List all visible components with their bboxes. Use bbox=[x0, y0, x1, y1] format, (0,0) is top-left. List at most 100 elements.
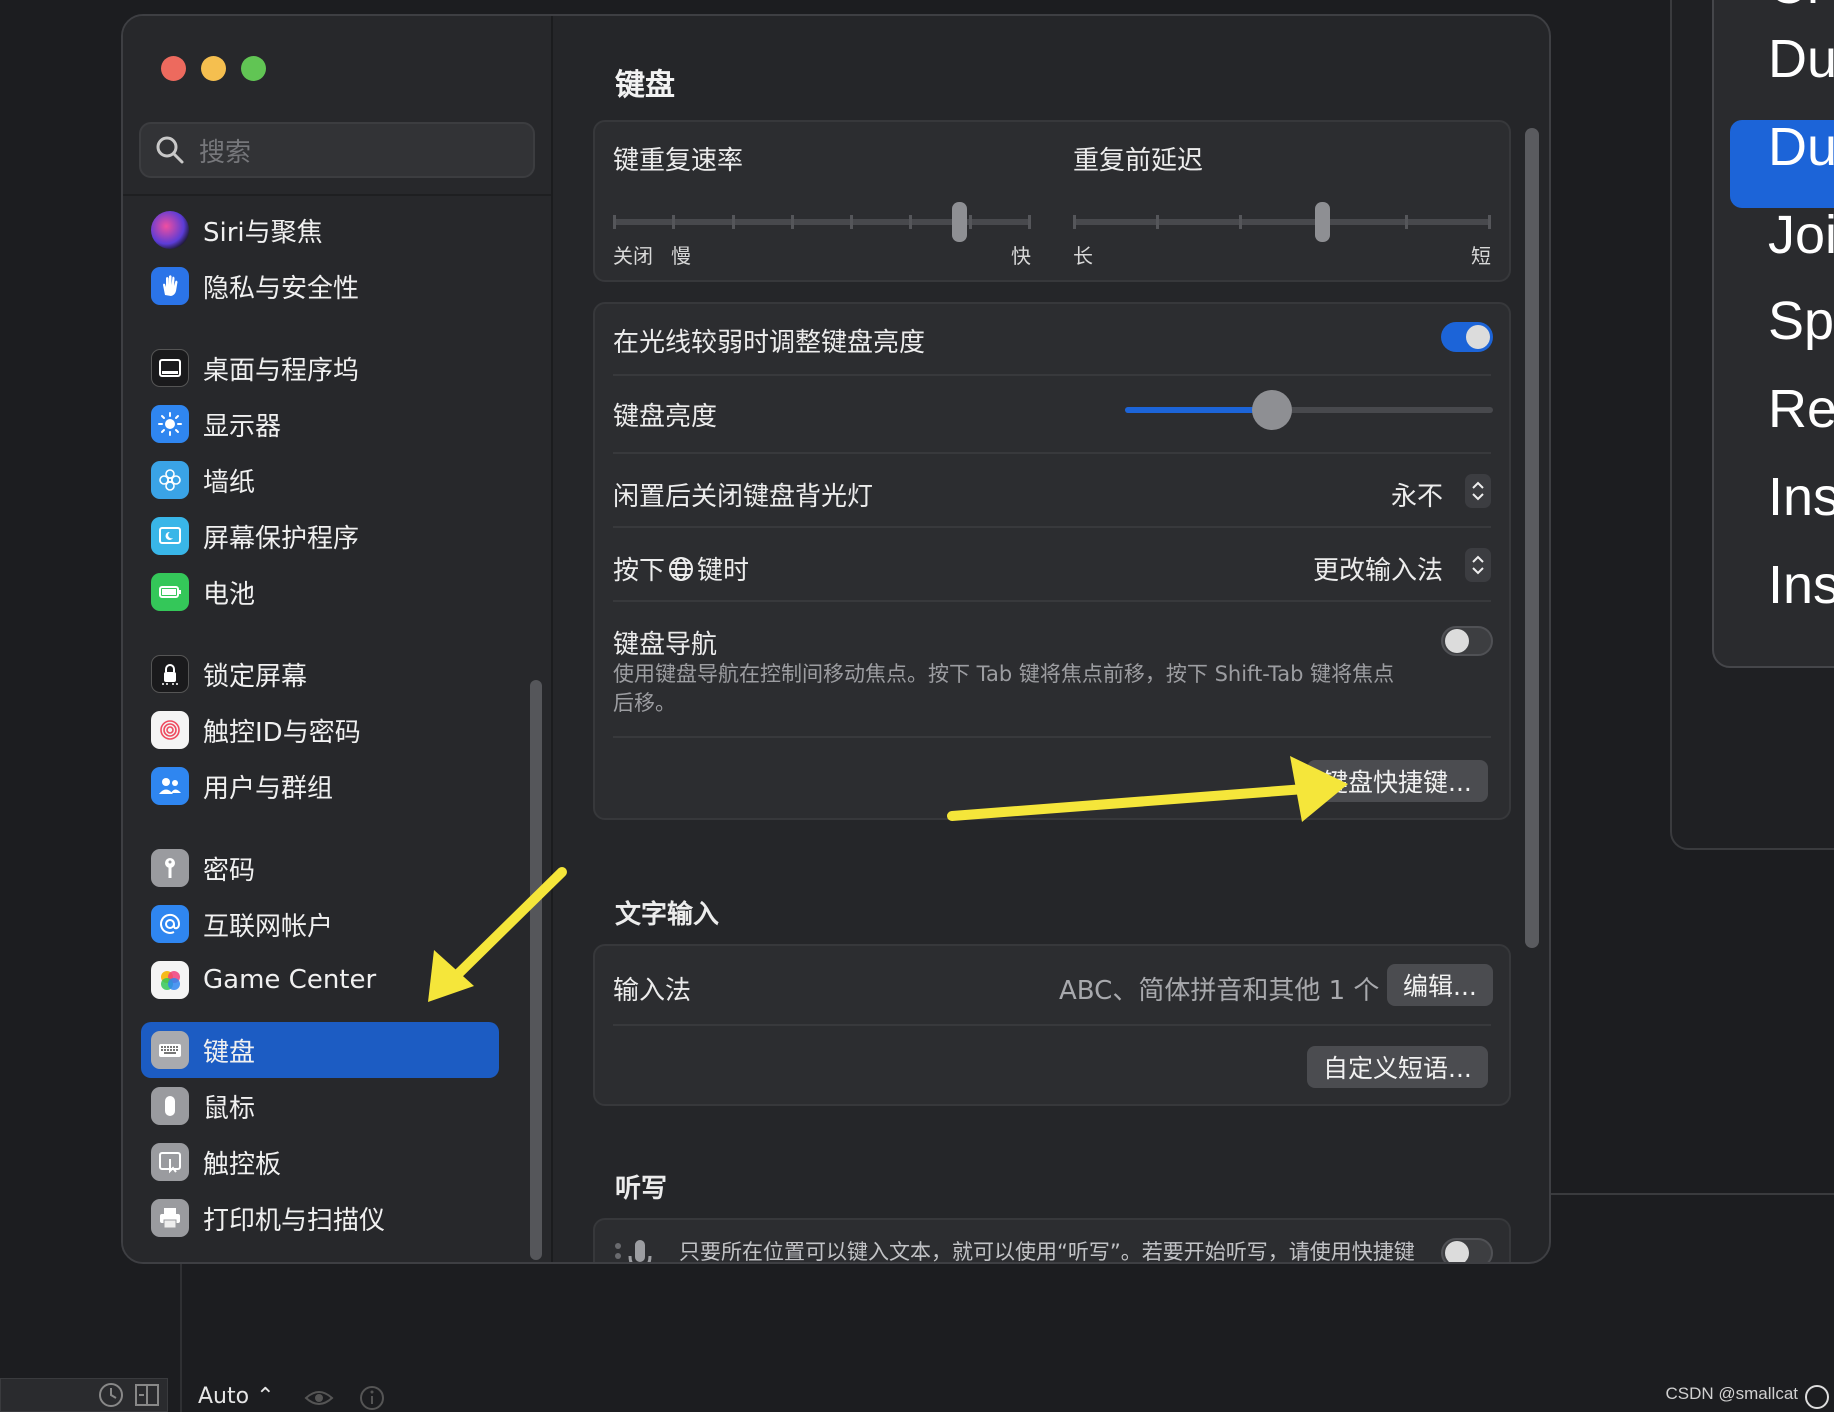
background-menu-item[interactable]: Sp bbox=[1768, 290, 1834, 352]
content-scrollbar[interactable] bbox=[1525, 128, 1539, 948]
sun-icon bbox=[151, 405, 189, 443]
sidebar-item-label: 墙纸 bbox=[203, 467, 256, 498]
sidebar-item-keyboard[interactable]: 键盘 bbox=[141, 1022, 499, 1078]
slider-tick bbox=[672, 215, 675, 229]
sidebar-item-siri[interactable]: Siri与聚焦 bbox=[141, 202, 499, 258]
history-icon[interactable] bbox=[97, 1381, 125, 1409]
edit-input-sources-button[interactable]: 编辑... bbox=[1387, 964, 1493, 1006]
backlight-idle-label: 闲置后关闭键盘背光灯 bbox=[613, 482, 874, 512]
row-divider bbox=[613, 374, 1491, 376]
sidebar-item-displays[interactable]: 显示器 bbox=[141, 396, 499, 452]
search-icon bbox=[156, 136, 184, 164]
eye-icon[interactable] bbox=[304, 1386, 334, 1410]
sidebar-item-passwords[interactable]: 密码 bbox=[141, 840, 499, 896]
close-window-button[interactable] bbox=[161, 56, 186, 81]
slider-knob[interactable] bbox=[952, 202, 967, 242]
sidebar-item-mouse[interactable]: 鼠标 bbox=[141, 1078, 499, 1134]
sidebar-scrollbar[interactable] bbox=[530, 680, 542, 1260]
sidebar-item-desktop-dock[interactable]: 桌面与程序坞 bbox=[141, 340, 499, 396]
background-menu-item[interactable]: Ins bbox=[1768, 554, 1834, 616]
sidebar-item-lock-screen[interactable]: 锁定屏幕 bbox=[141, 646, 499, 702]
dictation-card: 只要所在位置可以键入文本，就可以使用“听写”。若要开始听写，请使用快捷键或从“编… bbox=[593, 1218, 1511, 1262]
sidebar-item-label: 桌面与程序坞 bbox=[203, 355, 360, 386]
input-sources-label: 输入法 bbox=[613, 976, 692, 1006]
sidebar-item-wallpaper[interactable]: 墙纸 bbox=[141, 452, 499, 508]
popup-stepper-icon[interactable] bbox=[1465, 548, 1491, 582]
sidebar-item-label: 触控板 bbox=[203, 1149, 282, 1180]
row-divider bbox=[613, 736, 1491, 738]
row-divider bbox=[613, 1024, 1491, 1026]
keyboard-shortcuts-button[interactable]: 键盘快捷键... bbox=[1307, 760, 1488, 802]
toggle-knob bbox=[1445, 1241, 1469, 1262]
slider-label-off: 关闭 bbox=[613, 244, 653, 268]
mouse-icon bbox=[151, 1087, 189, 1125]
sidebar-item-label: Siri与聚焦 bbox=[203, 217, 323, 248]
backlight-idle-value[interactable]: 永不 bbox=[1391, 476, 1443, 513]
minimize-window-button[interactable] bbox=[201, 56, 226, 81]
auto-brightness-toggle[interactable] bbox=[1441, 322, 1493, 352]
smiley-icon bbox=[1805, 1385, 1829, 1409]
sidebar-item-printers[interactable]: 打印机与扫描仪 bbox=[141, 1190, 499, 1246]
siri-icon bbox=[151, 211, 189, 249]
layout-icon[interactable] bbox=[133, 1381, 161, 1409]
slider-tick bbox=[613, 215, 616, 229]
background-menu-item[interactable]: Du bbox=[1768, 28, 1834, 90]
lock-icon bbox=[151, 655, 189, 693]
sidebar-item-trackpad[interactable]: 触控板 bbox=[141, 1134, 499, 1190]
zoom-popup[interactable]: Auto ⌃ bbox=[198, 1384, 275, 1409]
dock-icon bbox=[151, 349, 189, 387]
printer-icon bbox=[151, 1199, 189, 1237]
background-menu-item[interactable]: Re bbox=[1768, 378, 1834, 440]
dictation-toggle[interactable] bbox=[1441, 1238, 1493, 1262]
globe-key-value[interactable]: 更改输入法 bbox=[1313, 550, 1443, 587]
battery-icon bbox=[151, 573, 189, 611]
sidebar-item-battery[interactable]: 电池 bbox=[141, 564, 499, 620]
keyboard-navigation-toggle[interactable] bbox=[1441, 626, 1493, 656]
sidebar-item-screensaver[interactable]: 屏幕保护程序 bbox=[141, 508, 499, 564]
sidebar-item-game-center[interactable]: Game Center bbox=[141, 952, 499, 1008]
background-menu-item[interactable]: Cl bbox=[1768, 0, 1819, 16]
keyboard-backlight-card: 在光线较弱时调整键盘亮度 键盘亮度 闲置后关闭键盘背光灯 永不 按下 键时 更改… bbox=[593, 302, 1511, 820]
slider-label-slow: 慢 bbox=[671, 244, 691, 268]
sidebar-item-privacy[interactable]: 隐私与安全性 bbox=[141, 258, 499, 314]
keyboard-brightness-slider[interactable] bbox=[1125, 390, 1493, 430]
sidebar-item-internet-accounts[interactable]: 互联网帐户 bbox=[141, 896, 499, 952]
repeat-delay-slider[interactable] bbox=[1073, 202, 1491, 242]
sidebar-item-label: 密码 bbox=[203, 855, 256, 886]
at-icon bbox=[151, 905, 189, 943]
slider-tick bbox=[1156, 215, 1159, 229]
background-dropdown-menu: Cl Du Du Joi Sp Re Ins Ins bbox=[1712, 0, 1834, 668]
background-menu-item[interactable]: Joi bbox=[1768, 204, 1834, 266]
background-menu-item[interactable]: Du bbox=[1768, 116, 1834, 178]
slider-label-long: 长 bbox=[1073, 244, 1093, 268]
game-center-icon bbox=[151, 961, 189, 999]
globe-key-label-prefix: 按下 bbox=[613, 556, 666, 586]
slider-tick bbox=[1239, 215, 1242, 229]
slider-tick bbox=[791, 215, 794, 229]
search-input[interactable]: 搜索 bbox=[139, 122, 535, 178]
slider-knob[interactable] bbox=[1315, 202, 1330, 242]
background-menu-item[interactable]: Ins bbox=[1768, 466, 1834, 528]
zoom-window-button[interactable] bbox=[241, 56, 266, 81]
toggle-knob bbox=[1466, 325, 1490, 349]
text-input-section-title: 文字输入 bbox=[615, 900, 720, 930]
slider-tick bbox=[1073, 215, 1076, 229]
key-icon bbox=[151, 849, 189, 887]
text-replacements-button[interactable]: 自定义短语... bbox=[1307, 1046, 1488, 1088]
slider-fill bbox=[1125, 407, 1272, 413]
sidebar-item-label: 互联网帐户 bbox=[203, 911, 334, 942]
slider-tick bbox=[732, 215, 735, 229]
slider-knob[interactable] bbox=[1252, 390, 1292, 430]
sidebar-item-users-groups[interactable]: 用户与群组 bbox=[141, 758, 499, 814]
popup-stepper-icon[interactable] bbox=[1465, 474, 1491, 508]
keyboard-navigation-label: 键盘导航 bbox=[613, 630, 718, 660]
globe-icon bbox=[669, 556, 694, 581]
info-icon[interactable] bbox=[358, 1384, 386, 1412]
row-divider bbox=[613, 600, 1491, 602]
slider-tick bbox=[1488, 215, 1491, 229]
bottom-toolbar bbox=[0, 1378, 168, 1412]
background-divider bbox=[1548, 1193, 1834, 1195]
sidebar-item-touch-id[interactable]: 触控ID与密码 bbox=[141, 702, 499, 758]
dictation-section-title: 听写 bbox=[615, 1174, 668, 1204]
key-repeat-rate-slider[interactable] bbox=[613, 202, 1031, 242]
